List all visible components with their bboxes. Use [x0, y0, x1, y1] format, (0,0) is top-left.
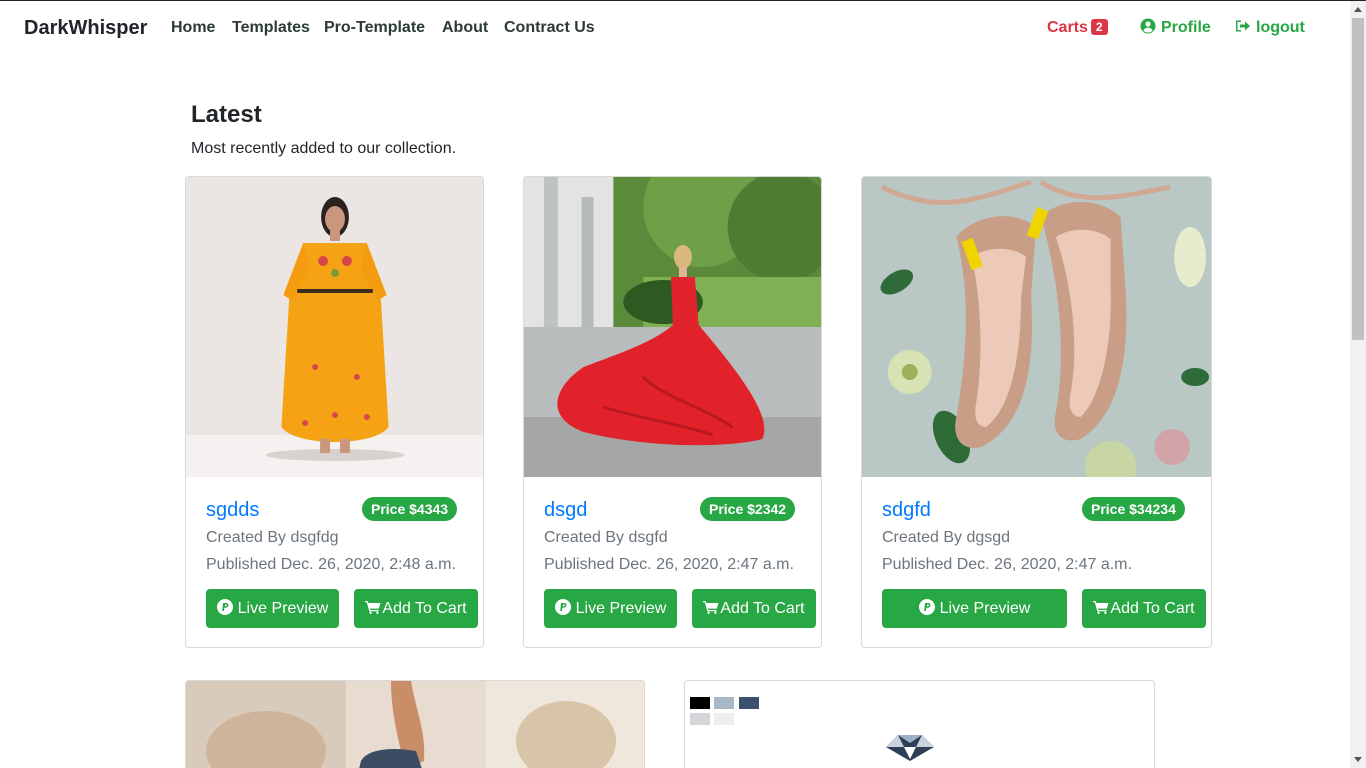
add-to-cart-label: Add To Cart: [382, 600, 467, 617]
live-preview-label: Live Preview: [939, 600, 1031, 617]
add-to-cart-button[interactable]: Add To Cart: [692, 589, 816, 628]
created-by: Created By dsgfdg: [206, 529, 339, 546]
add-to-cart-button[interactable]: Add To Cart: [1082, 589, 1206, 628]
shopping-cart-icon: [1093, 600, 1109, 614]
paypal-circle-icon: [918, 598, 935, 615]
navbar: DarkWhisper Home Templates Pro-Template …: [0, 1, 1350, 55]
live-preview-button[interactable]: Live Preview: [882, 589, 1067, 628]
section-subtitle: Most recently added to our collection.: [191, 140, 457, 157]
live-preview-label: Live Preview: [237, 600, 329, 617]
user-circle-icon: [1140, 18, 1156, 34]
product-image[interactable]: [524, 177, 821, 477]
shopping-cart-icon: [703, 600, 719, 614]
brand-logo[interactable]: DarkWhisper: [24, 17, 147, 40]
shopping-cart-icon: [365, 600, 381, 614]
color-swatch: [690, 697, 710, 709]
published-date: Published Dec. 26, 2020, 2:47 a.m.: [882, 556, 1132, 573]
created-by: Created By dsgfd: [544, 529, 668, 546]
price-badge: Price $2342: [700, 497, 796, 521]
diamond-logo-icon: [886, 735, 934, 761]
color-swatch: [714, 697, 734, 709]
nav-carts[interactable]: Carts 2: [1047, 19, 1108, 37]
product-card: sgdds Price $4343 Created By dsgfdg Publ…: [185, 176, 484, 648]
live-preview-label: Live Preview: [575, 600, 667, 617]
published-date: Published Dec. 26, 2020, 2:48 a.m.: [206, 556, 456, 573]
add-to-cart-label: Add To Cart: [720, 600, 805, 617]
scroll-up-arrow-icon[interactable]: [1354, 7, 1362, 12]
nav-logout[interactable]: logout: [1235, 19, 1305, 37]
product-card: sdgfd Price $34234 Created By dgsgd Publ…: [861, 176, 1212, 648]
paypal-circle-icon: [554, 598, 571, 615]
section-title: Latest: [191, 101, 262, 128]
scrollbar-thumb[interactable]: [1352, 18, 1364, 340]
product-title[interactable]: sdgfd: [882, 499, 931, 522]
product-title[interactable]: sgdds: [206, 499, 259, 522]
carts-label: Carts: [1047, 19, 1088, 36]
product-image[interactable]: [862, 177, 1211, 477]
published-date: Published Dec. 26, 2020, 2:47 a.m.: [544, 556, 794, 573]
created-by: Created By dgsgd: [882, 529, 1011, 546]
hand-with-bag-image[interactable]: [186, 681, 645, 768]
live-preview-button[interactable]: Live Preview: [544, 589, 677, 628]
nav-templates[interactable]: Templates: [232, 19, 310, 37]
add-to-cart-button[interactable]: Add To Cart: [354, 589, 478, 628]
price-badge: Price $34234: [1082, 497, 1185, 521]
woman-red-dress-image: [524, 177, 821, 477]
nav-profile[interactable]: Profile: [1140, 18, 1211, 37]
nav-home[interactable]: Home: [171, 19, 215, 37]
woman-orange-dress-image: [186, 177, 483, 477]
nav-contract-us[interactable]: Contract Us: [504, 19, 595, 37]
product-image[interactable]: [186, 177, 483, 477]
nav-pro-template[interactable]: Pro-Template: [324, 19, 425, 37]
add-to-cart-label: Add To Cart: [1110, 600, 1195, 617]
profile-label: Profile: [1161, 19, 1211, 36]
nav-about[interactable]: About: [442, 19, 488, 37]
paypal-circle-icon: [216, 598, 233, 615]
gold-heels-flowers-image: [862, 177, 1211, 477]
color-swatch: [690, 713, 710, 725]
page-scrollbar[interactable]: [1350, 1, 1366, 768]
cart-count-badge: 2: [1090, 19, 1108, 35]
product-title[interactable]: dsgd: [544, 499, 587, 522]
color-swatch: [739, 697, 759, 709]
color-swatch: [714, 713, 734, 725]
logout-label: logout: [1256, 19, 1305, 36]
scroll-down-arrow-icon[interactable]: [1354, 757, 1362, 762]
live-preview-button[interactable]: Live Preview: [206, 589, 339, 628]
product-card: dsgd Price $2342 Created By dsgfd Publis…: [523, 176, 822, 648]
price-badge: Price $4343: [362, 497, 458, 521]
sign-out-icon: [1236, 20, 1250, 32]
product-card: [684, 680, 1155, 768]
product-card: [185, 680, 645, 768]
